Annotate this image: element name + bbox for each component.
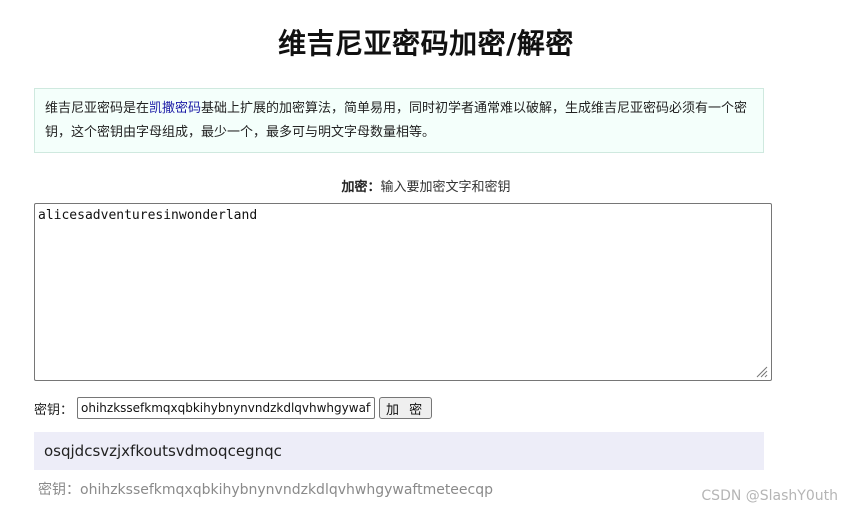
intro-text-before: 维吉尼亚密码是在 xyxy=(45,101,150,116)
page: 维吉尼亚密码加密/解密 维吉尼亚密码是在凯撒密码基础上扩展的加密算法，简单易用，… xyxy=(0,0,852,512)
plaintext-textarea[interactable]: alicesadventuresinwonderland xyxy=(34,203,772,381)
key-input[interactable] xyxy=(77,397,376,419)
ciphertext-result: osqjdcsvzjxfkoutsvdmoqcegnqc xyxy=(34,432,764,470)
encrypt-label-bold: 加密： xyxy=(341,180,381,195)
key-echo: 密钥：ohihzkssefkmqxqbkihybnynvndzkdlqvhwhg… xyxy=(38,482,494,498)
page-title: 维吉尼亚密码加密/解密 xyxy=(278,27,574,60)
key-row: 密钥： 加 密 xyxy=(34,396,433,420)
encrypt-label: 加密：输入要加密文字和密钥 xyxy=(0,176,852,195)
caesar-cipher-link[interactable]: 凯撒密码 xyxy=(149,101,201,116)
encrypt-label-text: 输入要加密文字和密钥 xyxy=(380,180,511,195)
intro-box: 维吉尼亚密码是在凯撒密码基础上扩展的加密算法，简单易用，同时初学者通常难以破解，… xyxy=(34,88,764,153)
resize-handle-icon[interactable] xyxy=(754,364,768,378)
watermark: CSDN @SlashY0uth xyxy=(701,488,838,504)
encrypt-button[interactable]: 加 密 xyxy=(379,397,433,419)
key-label: 密钥： xyxy=(34,402,74,418)
